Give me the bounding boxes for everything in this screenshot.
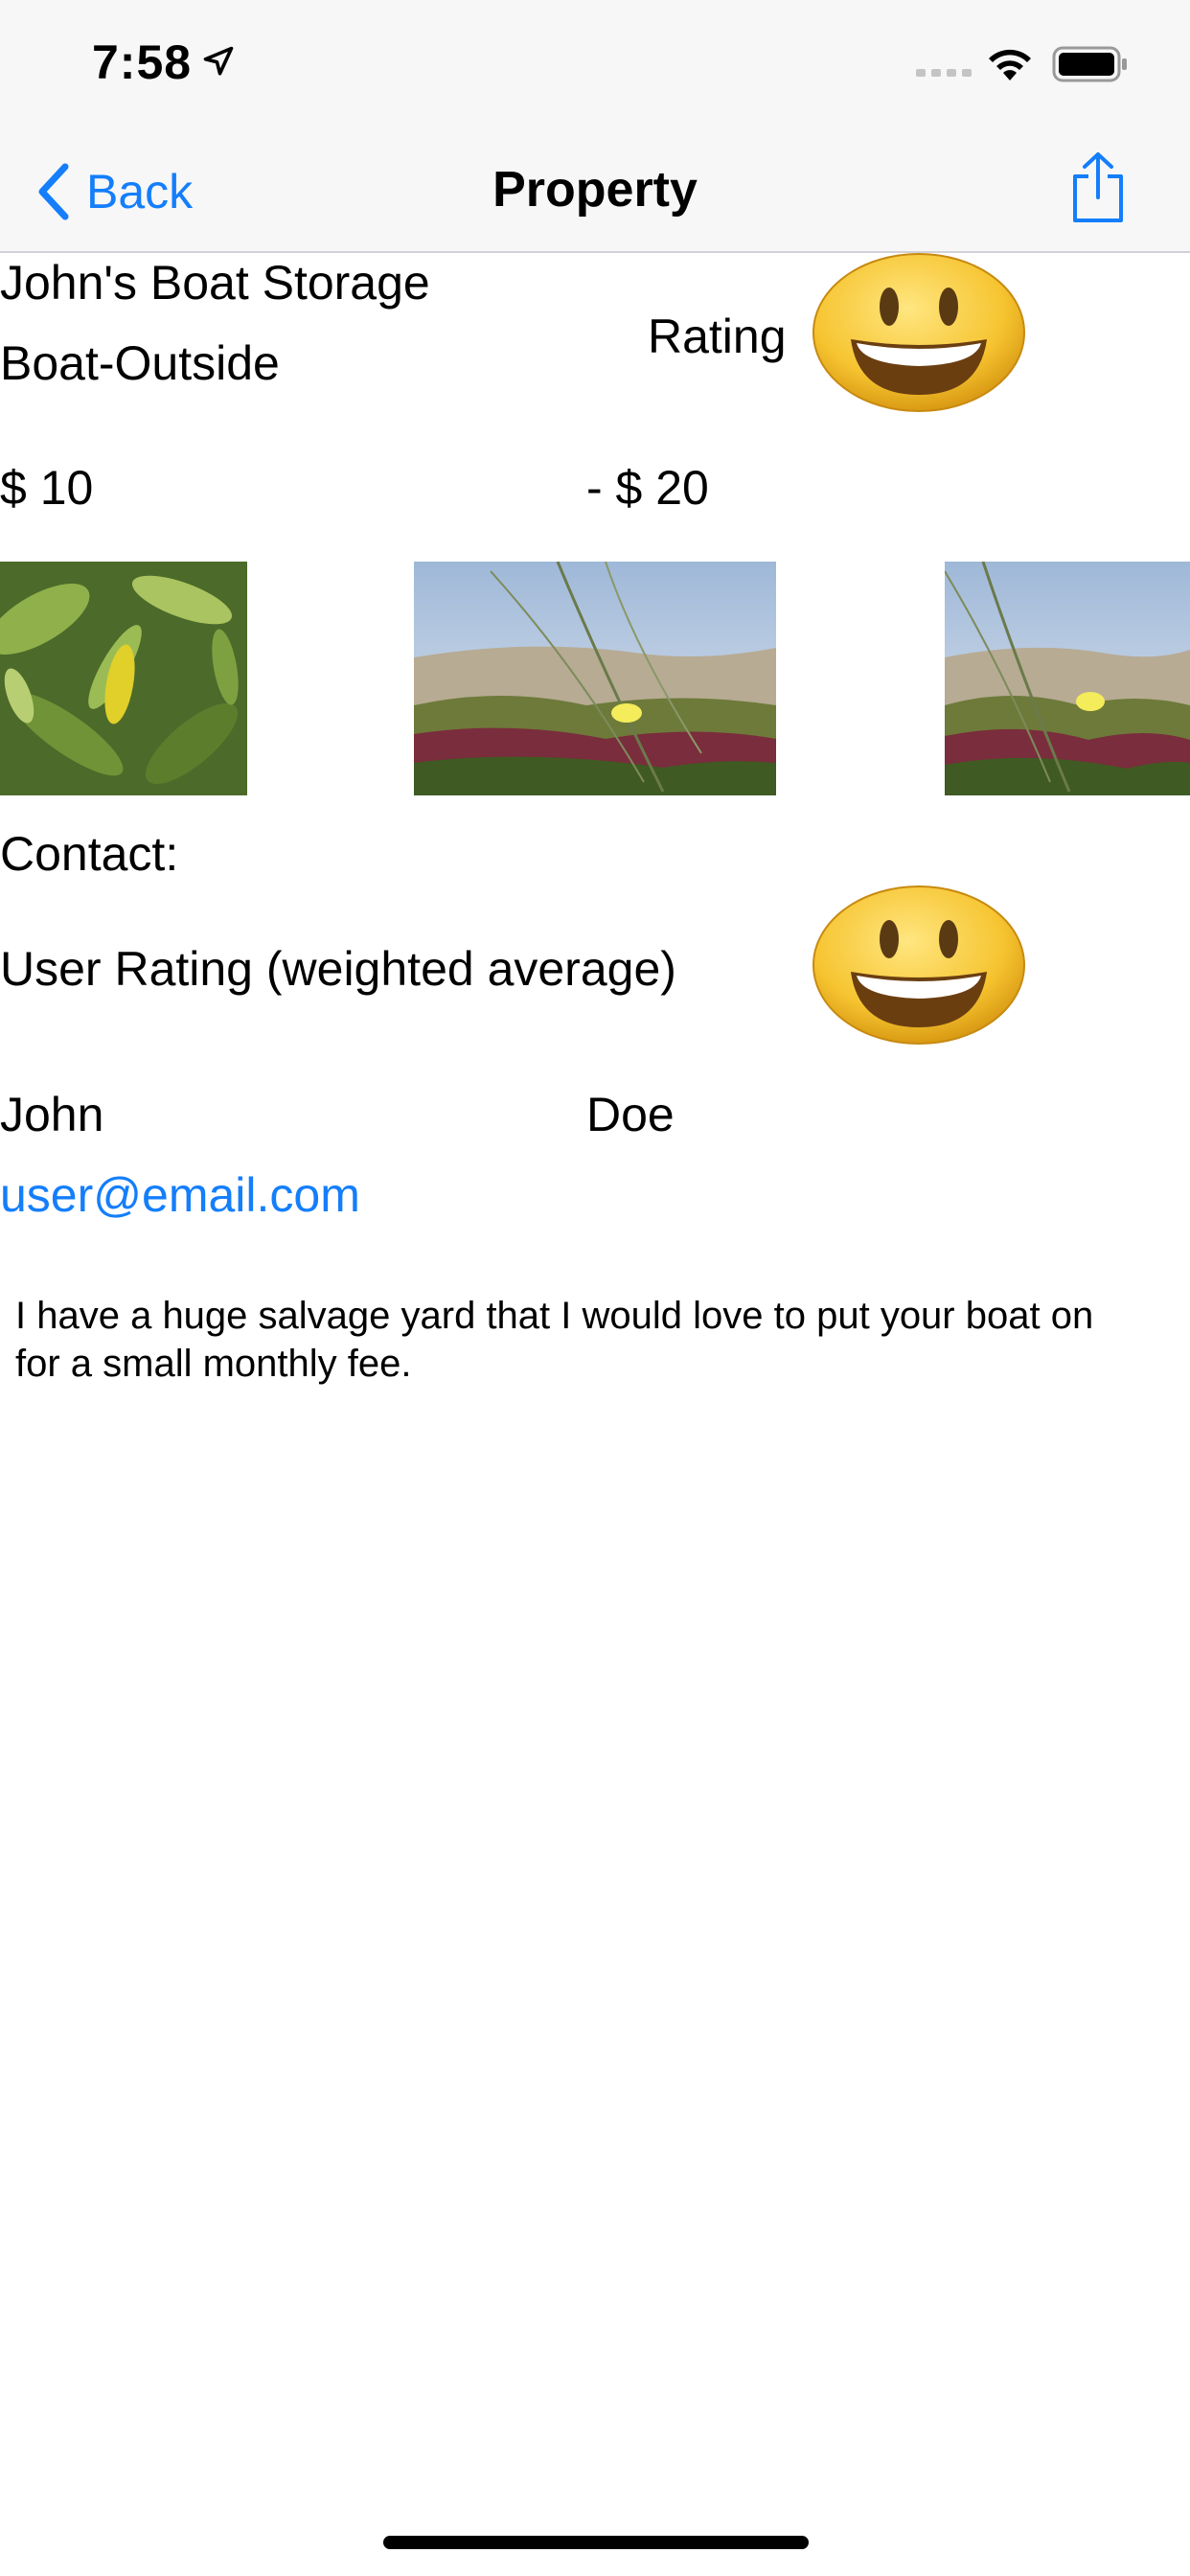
contact-first-name: John bbox=[0, 1088, 104, 1141]
wifi-icon bbox=[989, 49, 1031, 80]
home-indicator[interactable] bbox=[383, 2536, 809, 2549]
contact-last-name: Doe bbox=[586, 1088, 675, 1141]
property-photo[interactable] bbox=[945, 562, 1190, 795]
price-max: - $ 20 bbox=[586, 461, 709, 515]
rating-label: Rating bbox=[648, 310, 787, 363]
property-type: Boat-Outside bbox=[0, 336, 280, 390]
navigation-bar: 7:58 Back Property bbox=[0, 0, 1190, 253]
contact-label: Contact: bbox=[0, 827, 179, 881]
page-title: Property bbox=[492, 162, 698, 218]
smiley-rating-icon bbox=[812, 253, 1025, 412]
property-photo[interactable] bbox=[0, 562, 247, 795]
cellular-signal-icon bbox=[916, 69, 972, 77]
status-time: 7:58 bbox=[92, 35, 193, 89]
property-description: I have a huge salvage yard that I would … bbox=[15, 1295, 1094, 1385]
location-arrow-icon bbox=[203, 46, 234, 76]
contact-email-link[interactable]: user@email.com bbox=[0, 1167, 360, 1223]
property-photo[interactable] bbox=[414, 562, 776, 795]
smiley-user-rating-icon bbox=[812, 886, 1025, 1045]
property-name: John's Boat Storage bbox=[0, 256, 430, 310]
price-min: $ 10 bbox=[0, 461, 94, 515]
user-rating-label: User Rating (weighted average) bbox=[0, 942, 676, 996]
battery-icon bbox=[1052, 46, 1127, 82]
share-icon[interactable] bbox=[1067, 151, 1129, 224]
